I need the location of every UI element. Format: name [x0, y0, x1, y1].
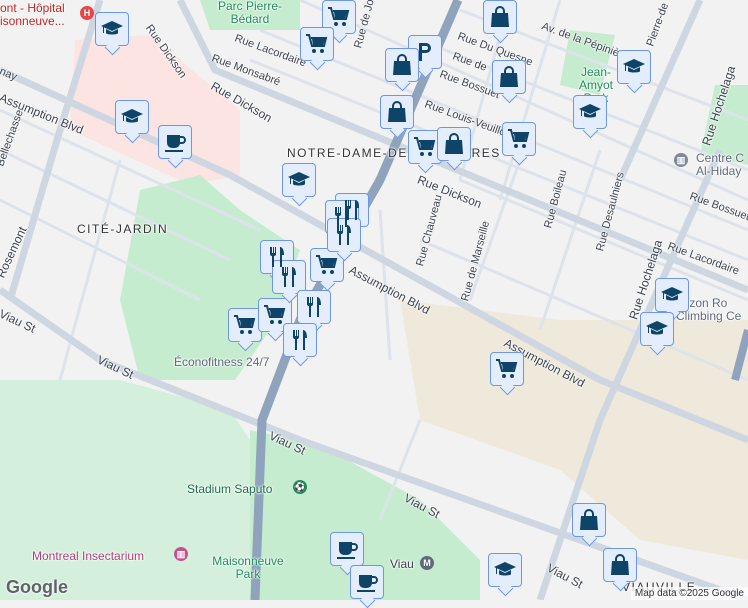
- graduation-cap-marker[interactable]: [488, 553, 522, 587]
- poi-label[interactable]: Éconofitness 24/7: [174, 355, 269, 369]
- shopping-bag-marker[interactable]: [385, 48, 419, 82]
- fork-knife-icon: [337, 225, 351, 245]
- fork-knife-icon: [282, 267, 296, 287]
- graduation-cap-icon: [494, 562, 516, 576]
- shopping-bag-icon: [580, 509, 598, 530]
- graduation-cap-marker[interactable]: [282, 163, 316, 197]
- shopping-bag-marker[interactable]: [572, 503, 606, 537]
- shopping-bag-icon: [445, 133, 463, 154]
- fork-knife-icon: [307, 297, 321, 317]
- shopping-bag-marker[interactable]: [492, 60, 526, 94]
- fork-knife-marker[interactable]: [283, 323, 317, 357]
- map-attribution[interactable]: Map data ©2025 Google: [630, 587, 748, 600]
- graduation-cap-icon: [101, 21, 123, 35]
- shopping-cart-icon: [316, 255, 338, 274]
- shopping-bag-marker[interactable]: [437, 127, 471, 161]
- fork-knife-marker[interactable]: [327, 218, 361, 252]
- shopping-cart-icon: [234, 315, 256, 334]
- shopping-cart-icon: [264, 305, 286, 324]
- graduation-cap-marker[interactable]: [115, 100, 149, 134]
- poi-label[interactable]: Centre C Al-Hiday: [696, 152, 744, 178]
- shopping-cart-marker[interactable]: [300, 27, 334, 61]
- graduation-cap-marker[interactable]: [573, 95, 607, 129]
- museum-icon[interactable]: ▥: [174, 547, 188, 561]
- graduation-cap-icon: [579, 104, 601, 118]
- graduation-cap-icon: [623, 59, 645, 73]
- graduation-cap-icon: [646, 321, 668, 335]
- neighborhood-label: CITÉ-JARDIN: [77, 222, 169, 236]
- coffee-cup-icon: [357, 575, 378, 592]
- shopping-cart-marker[interactable]: [228, 308, 262, 342]
- mosque-icon[interactable]: ▥: [674, 153, 688, 167]
- shopping-cart-marker[interactable]: [310, 248, 344, 282]
- graduation-cap-marker[interactable]: [95, 12, 129, 46]
- shopping-cart-marker[interactable]: [322, 0, 356, 34]
- shopping-bag-icon: [393, 54, 411, 75]
- coffee-cup-icon: [165, 135, 186, 152]
- shopping-bag-icon: [388, 101, 406, 122]
- shopping-cart-icon: [306, 34, 328, 53]
- graduation-cap-marker[interactable]: [617, 50, 651, 84]
- coffee-cup-marker[interactable]: [350, 565, 384, 599]
- shopping-bag-icon: [611, 554, 629, 575]
- fork-knife-icon: [293, 330, 307, 350]
- metro-icon[interactable]: M: [420, 556, 434, 570]
- coffee-cup-icon: [337, 542, 358, 559]
- shopping-cart-marker[interactable]: [502, 122, 536, 156]
- shopping-cart-marker[interactable]: [258, 298, 292, 332]
- graduation-cap-icon: [288, 172, 310, 186]
- shopping-bag-marker[interactable]: [483, 0, 517, 34]
- shopping-cart-icon: [496, 359, 518, 378]
- poi-label[interactable]: Montreal Insectarium: [32, 549, 144, 563]
- shopping-bag-icon: [491, 6, 509, 27]
- coffee-cup-marker[interactable]: [330, 532, 364, 566]
- graduation-cap-marker[interactable]: [655, 278, 689, 312]
- graduation-cap-icon: [121, 109, 143, 123]
- google-logo: Google: [6, 577, 68, 597]
- shopping-cart-marker[interactable]: [408, 130, 442, 164]
- shopping-cart-icon: [414, 137, 436, 156]
- hospital-label[interactable]: ont - Hôpital isonneuve...: [0, 2, 65, 28]
- fork-knife-marker[interactable]: [272, 260, 306, 294]
- maisonneuve-park-label: Maisonneuve Park: [212, 554, 284, 581]
- shopping-cart-icon: [508, 129, 530, 148]
- graduation-cap-marker[interactable]: [640, 312, 674, 346]
- shopping-bag-marker[interactable]: [603, 548, 637, 582]
- poi-label[interactable]: Stadium Saputo: [187, 482, 272, 496]
- hospital-icon[interactable]: H: [80, 6, 94, 20]
- metro-label[interactable]: Viau: [390, 557, 414, 571]
- graduation-cap-icon: [661, 287, 683, 301]
- fork-knife-marker[interactable]: [297, 290, 331, 324]
- shopping-bag-icon: [500, 66, 518, 87]
- park-pierre-bedard-label: Parc Pierre-Bédard: [217, 0, 282, 26]
- parking-icon: [419, 43, 431, 61]
- coffee-cup-marker[interactable]: [158, 125, 192, 159]
- stadium-icon[interactable]: ⚽: [293, 480, 307, 494]
- shopping-cart-marker[interactable]: [490, 352, 524, 386]
- shopping-cart-icon: [328, 7, 350, 26]
- shopping-bag-marker[interactable]: [380, 95, 414, 129]
